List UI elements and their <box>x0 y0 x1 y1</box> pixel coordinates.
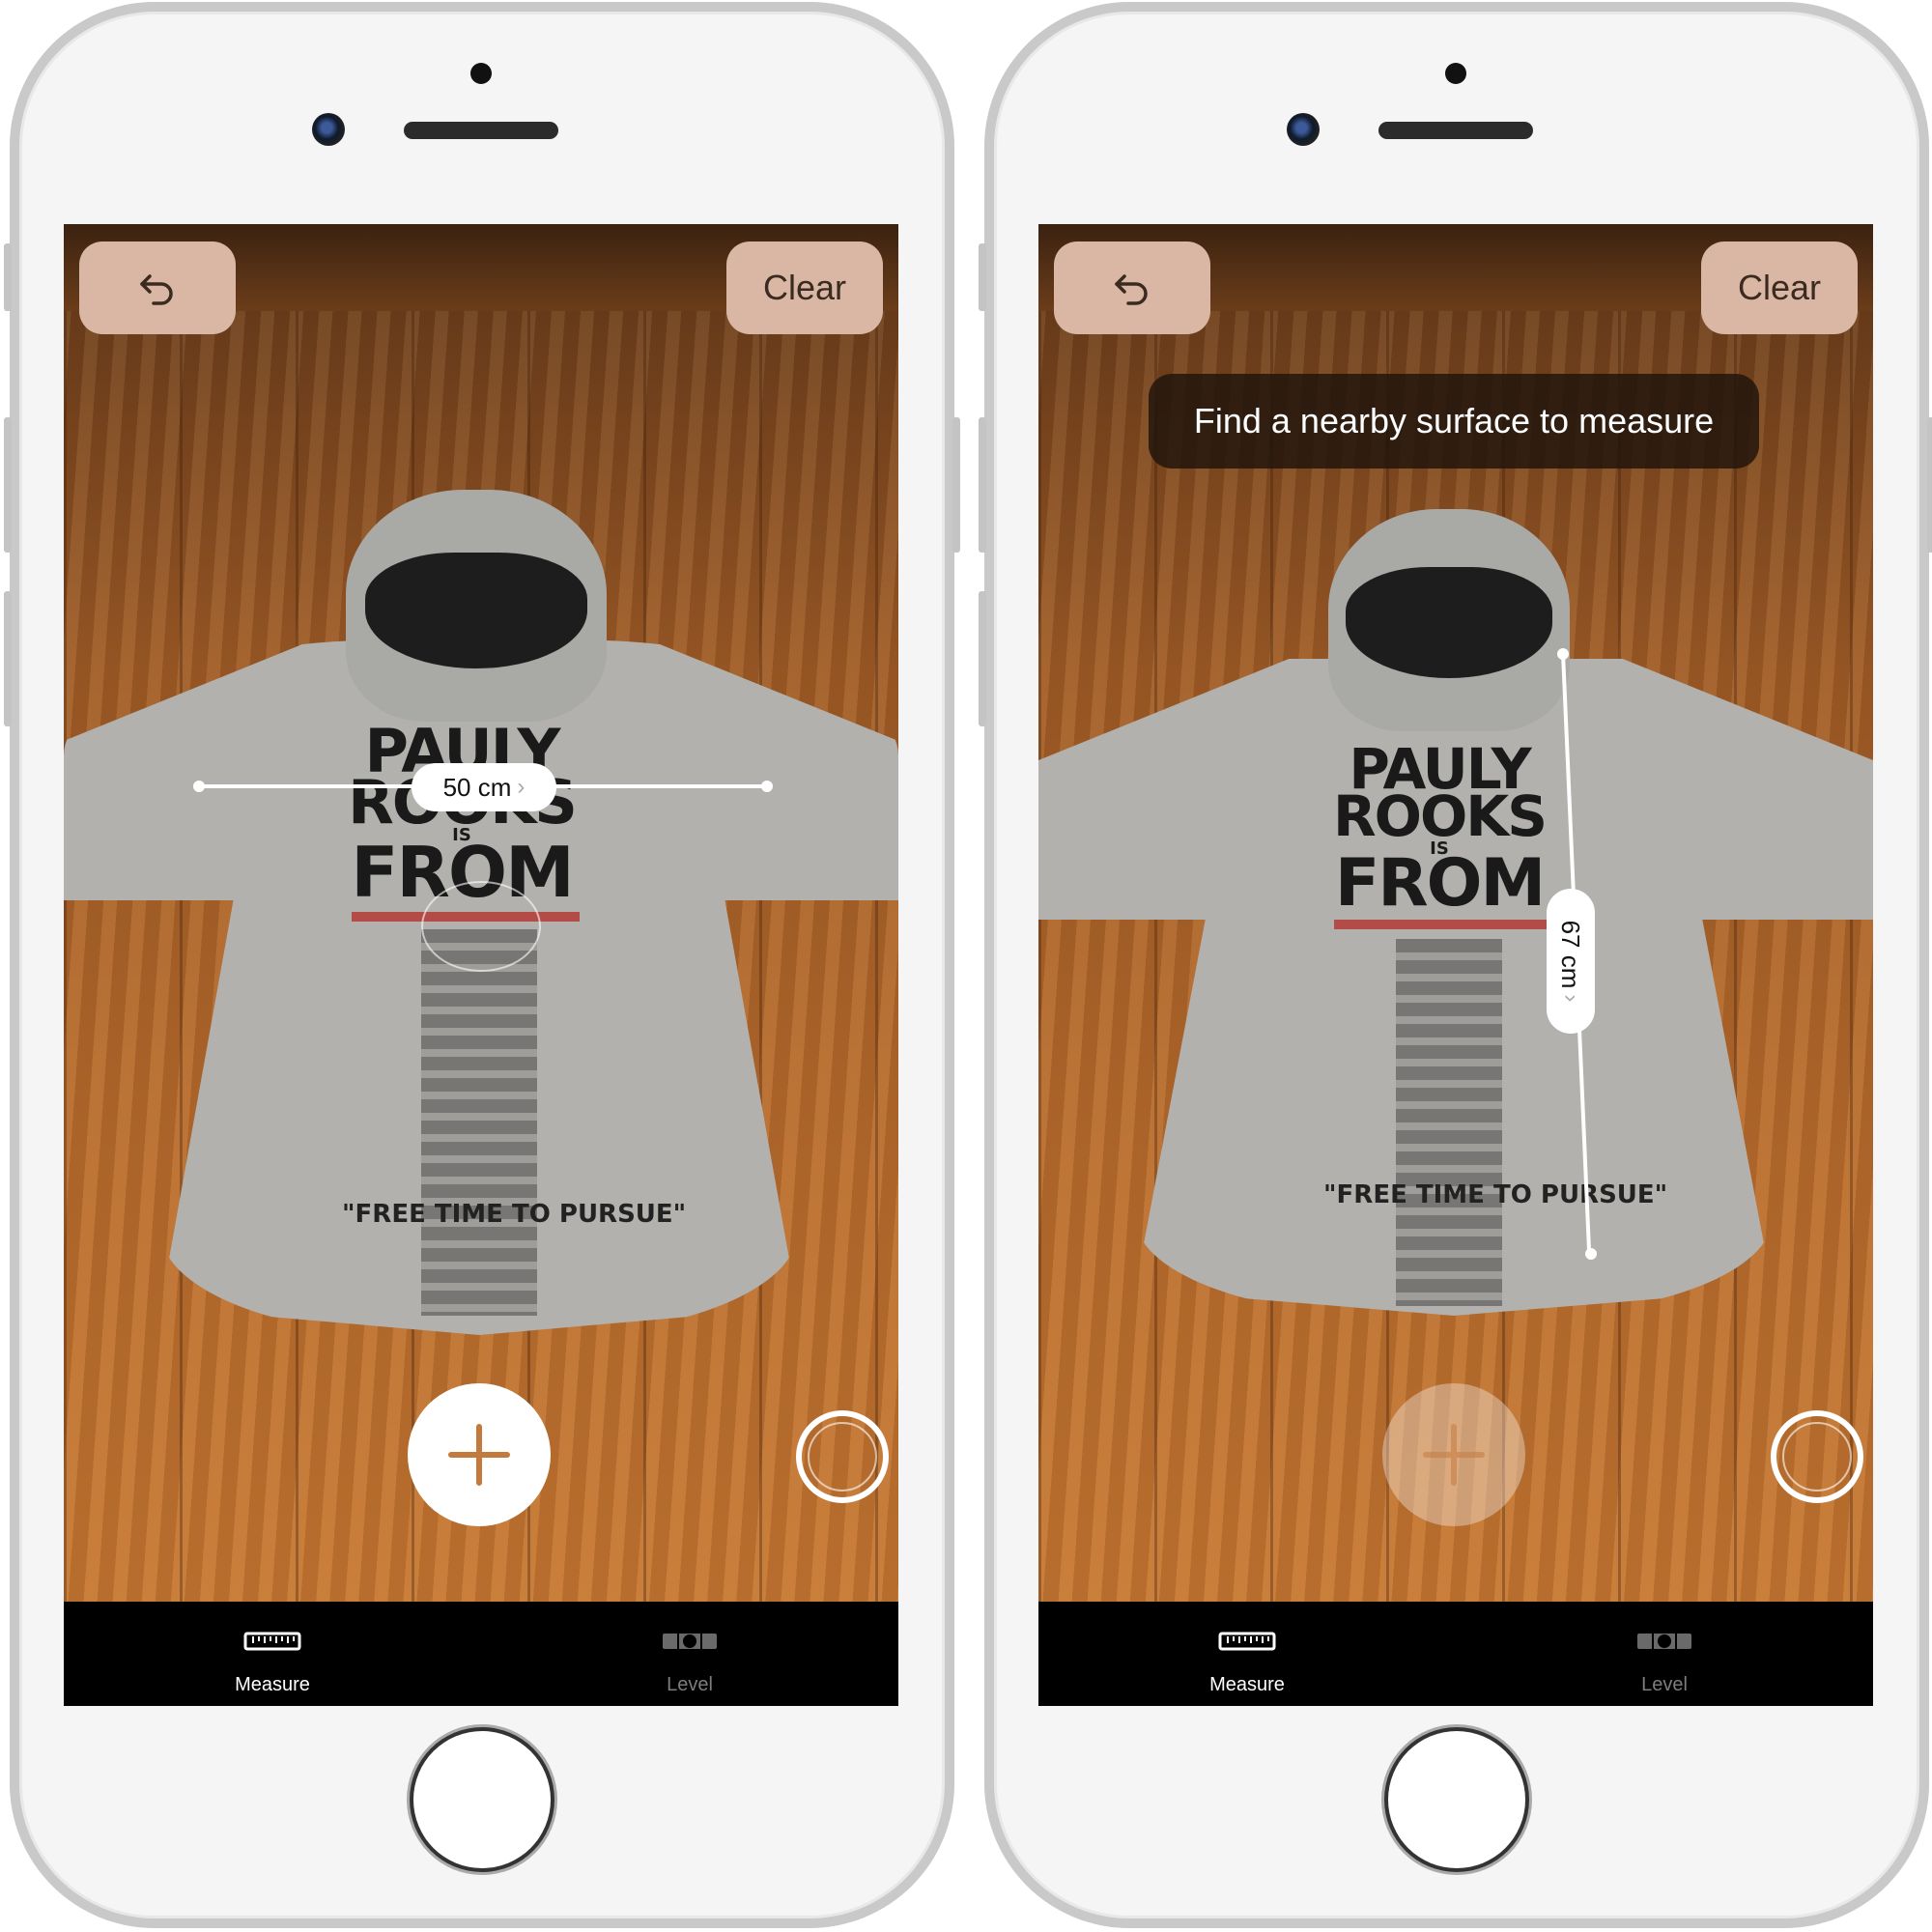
phone-frame-right: PAULY ROOKS IS FROM "FREE TIME TO PURSUE… <box>979 2 1932 1928</box>
phone-frame-left: PAULY ROOKS IS FROM "FREE TIME TO PURSUE… <box>4 2 960 1928</box>
measurement-start-point <box>1557 648 1569 660</box>
undo-button[interactable] <box>1054 242 1210 334</box>
chevron-right-icon: › <box>1558 994 1584 1003</box>
hoodie-print-text: PAULY ROOKS IS FROM <box>346 722 578 907</box>
tab-measure[interactable]: Measure <box>64 1602 481 1706</box>
tab-level[interactable]: Level <box>1456 1602 1873 1706</box>
reticle-icon <box>421 881 541 972</box>
home-button[interactable] <box>1388 1731 1525 1868</box>
earpiece-speaker <box>404 122 558 139</box>
print-line-2: ROOKS <box>1333 783 1548 850</box>
front-camera-icon <box>1287 113 1320 146</box>
add-point-button[interactable] <box>1382 1383 1525 1526</box>
print-quote: "FREE TIME TO PURSUE" <box>342 1200 687 1229</box>
undo-button[interactable] <box>79 242 236 334</box>
hoodie-hood-lining <box>365 553 587 668</box>
ar-camera-view[interactable]: PAULY ROOKS IS FROM "FREE TIME TO PURSUE… <box>1038 224 1873 1706</box>
earpiece-speaker <box>1378 122 1533 139</box>
print-red-stripe <box>1334 920 1548 929</box>
surface-hint-toast: Find a nearby surface to measure <box>1149 374 1759 469</box>
ruler-icon <box>243 1632 301 1651</box>
tab-bar: Measure Level <box>1038 1602 1873 1706</box>
measurement-value: 67 cm <box>1556 920 1586 989</box>
proximity-sensor <box>1445 63 1466 84</box>
home-button[interactable] <box>413 1731 551 1868</box>
capture-button[interactable] <box>1771 1410 1863 1503</box>
undo-icon <box>1115 274 1148 305</box>
hoodie-hood-lining <box>1346 567 1552 678</box>
tab-level-label: Level <box>1641 1674 1688 1695</box>
clear-button-label: Clear <box>762 268 847 307</box>
print-word-column <box>1396 939 1502 1306</box>
measurement-value: 50 cm <box>442 772 512 802</box>
mute-switch <box>979 243 986 311</box>
print-quote: "FREE TIME TO PURSUE" <box>1323 1180 1668 1209</box>
tab-measure[interactable]: Measure <box>1038 1602 1456 1706</box>
tab-bar: Measure Level <box>64 1602 898 1706</box>
ar-camera-view[interactable]: PAULY ROOKS IS FROM "FREE TIME TO PURSUE… <box>64 224 898 1706</box>
front-camera-icon <box>312 113 345 146</box>
clear-button-label: Clear <box>1737 268 1822 307</box>
tab-level-label: Level <box>667 1674 713 1695</box>
ruler-icon <box>1218 1632 1276 1651</box>
measurement-end-point <box>1585 1248 1597 1260</box>
mute-switch <box>4 243 12 311</box>
chevron-right-icon: › <box>517 774 526 800</box>
plus-icon <box>448 1424 510 1486</box>
clear-button[interactable]: Clear <box>1701 242 1858 334</box>
capture-button[interactable] <box>796 1410 889 1503</box>
power-button <box>1927 417 1932 553</box>
hoodie-print-text: PAULY ROOKS IS FROM <box>1328 741 1550 922</box>
volume-down-button <box>979 591 986 726</box>
surface-hint-text: Find a nearby surface to measure <box>1193 401 1715 440</box>
level-icon <box>663 1634 717 1649</box>
print-word-column <box>421 929 537 1316</box>
tab-measure-label: Measure <box>235 1674 310 1695</box>
add-point-button[interactable] <box>408 1383 551 1526</box>
tab-level[interactable]: Level <box>481 1602 898 1706</box>
volume-down-button <box>4 591 12 726</box>
print-line-4: FROM <box>1334 844 1546 922</box>
measurement-start-point <box>193 781 205 792</box>
volume-up-button <box>4 417 12 553</box>
tab-measure-label: Measure <box>1209 1674 1285 1695</box>
measurement-label[interactable]: 67 cm › <box>1547 889 1595 1034</box>
level-icon <box>1637 1634 1691 1649</box>
undo-icon <box>140 274 173 305</box>
measurement-end-point <box>761 781 773 792</box>
measurement-label[interactable]: 50 cm › <box>412 763 556 811</box>
clear-button[interactable]: Clear <box>726 242 883 334</box>
plus-icon <box>1423 1424 1485 1486</box>
proximity-sensor <box>470 63 492 84</box>
volume-up-button <box>979 417 986 553</box>
power-button <box>952 417 960 553</box>
